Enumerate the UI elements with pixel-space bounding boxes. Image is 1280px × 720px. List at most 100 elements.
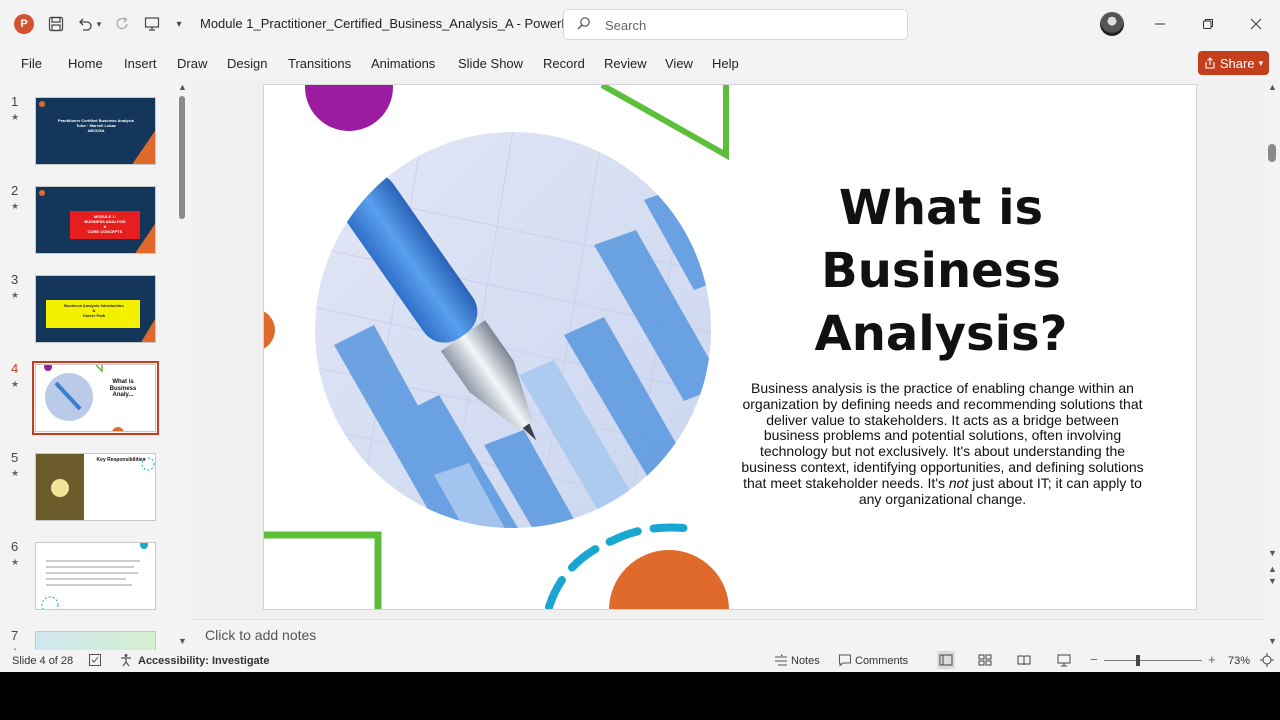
- spelling-check-icon[interactable]: [88, 653, 102, 670]
- slide-title[interactable]: What is Business Analysis?: [784, 177, 1098, 366]
- animation-star-icon: ★: [11, 290, 20, 300]
- slide-thumbnail-6[interactable]: [35, 542, 156, 610]
- slide-number: 7: [11, 628, 19, 643]
- slide-sorter-icon[interactable]: [978, 653, 992, 670]
- zoom-slider-thumb[interactable]: [1136, 655, 1140, 666]
- close-icon[interactable]: [1244, 12, 1268, 36]
- tab-design[interactable]: Design: [227, 56, 267, 71]
- search-placeholder: Search: [605, 18, 647, 33]
- orange-circle: [609, 550, 729, 609]
- present-icon[interactable]: [140, 12, 164, 36]
- powerpoint-window: P ▾ ▾ Module 1_Practitioner_Certified_Bu…: [0, 0, 1280, 672]
- orange-semicircle: [264, 311, 275, 349]
- search-icon: [576, 16, 591, 35]
- tab-insert[interactable]: Insert: [124, 56, 157, 71]
- animation-star-icon: ★: [11, 468, 20, 478]
- slide-scrollbar[interactable]: ▲ ▼ ▲ ▼ ▼: [1265, 80, 1280, 650]
- share-button[interactable]: Share ▾: [1198, 51, 1269, 75]
- share-label: Share: [1219, 55, 1255, 71]
- scroll-thumb[interactable]: [179, 96, 185, 219]
- minimize-icon[interactable]: [1148, 12, 1172, 36]
- zoom-level[interactable]: 73%: [1228, 655, 1250, 667]
- tab-transitions[interactable]: Transitions: [288, 56, 351, 71]
- thumbnail-title: Key Responsibilities: [96, 457, 146, 463]
- slide-number: 1: [11, 94, 19, 109]
- tab-view[interactable]: View: [665, 56, 693, 71]
- restore-icon[interactable]: [1196, 12, 1220, 36]
- thumbnail-decoration: [41, 543, 148, 609]
- scroll-thumb[interactable]: [1268, 144, 1276, 162]
- comments-button-label[interactable]: Comments: [855, 655, 908, 667]
- redo-icon[interactable]: [111, 12, 135, 36]
- slide-thumbnail-5[interactable]: Key Responsibilities: [35, 453, 156, 521]
- pen-photo: [315, 132, 711, 528]
- tab-slide-show[interactable]: Slide Show: [458, 56, 523, 71]
- zoom-out-icon[interactable]: −: [1090, 652, 1098, 667]
- accessibility-status[interactable]: Accessibility: Investigate: [138, 655, 269, 667]
- slide-thumbnail-4[interactable]: What is Business Analy...: [32, 361, 159, 435]
- slide-show-icon[interactable]: [1057, 653, 1071, 670]
- slide-body-text[interactable]: Business analysis is the practice of ena…: [739, 380, 1146, 507]
- zoom-slider[interactable]: [1104, 660, 1202, 661]
- notes-icon[interactable]: [774, 653, 788, 670]
- thumbnail-decoration: [44, 365, 124, 431]
- customize-toolbar-icon[interactable]: ▾: [170, 12, 188, 36]
- notes-pane[interactable]: Click to add notes: [193, 619, 1265, 649]
- thumbnail-title: Business Analysis Introduction & Career …: [64, 303, 124, 318]
- slide-thumbnail-3[interactable]: Business Analysis Introduction & Career …: [35, 275, 156, 343]
- notes-placeholder[interactable]: Click to add notes: [205, 627, 316, 643]
- slide-thumbnail-7[interactable]: [35, 631, 156, 650]
- search-input[interactable]: Search: [563, 9, 908, 40]
- zoom-in-icon[interactable]: +: [1208, 652, 1216, 667]
- screen-bottom-bar: [0, 672, 1280, 720]
- normal-view-icon[interactable]: [937, 651, 955, 669]
- accessibility-icon[interactable]: [119, 653, 133, 670]
- powerpoint-logo-icon: P: [14, 14, 34, 34]
- tab-review[interactable]: Review: [604, 56, 647, 71]
- previous-slide-icon[interactable]: ▲: [1268, 564, 1277, 574]
- animation-star-icon: ★: [11, 201, 20, 211]
- animation-star-icon: ★: [11, 557, 20, 567]
- user-avatar[interactable]: [1100, 12, 1124, 36]
- slide-number: 4: [11, 361, 19, 376]
- tab-record[interactable]: Record: [543, 56, 585, 71]
- undo-dropdown-icon[interactable]: ▾: [93, 12, 105, 36]
- reading-view-icon[interactable]: [1017, 653, 1031, 670]
- animation-star-icon: ★: [11, 112, 20, 122]
- tab-file[interactable]: File: [21, 56, 42, 71]
- slide-number: 5: [11, 450, 19, 465]
- fit-to-window-icon[interactable]: [1260, 653, 1274, 670]
- slide-number: 3: [11, 272, 19, 287]
- scroll-down-icon[interactable]: ▼: [1268, 636, 1277, 646]
- thumbnail-title: MODULE 1: BUSINESS ANALYSIS & CORE CONCE…: [84, 214, 126, 234]
- animation-star-icon: ★: [11, 379, 20, 389]
- tab-help[interactable]: Help: [712, 56, 739, 71]
- tab-home[interactable]: Home: [68, 56, 103, 71]
- save-icon[interactable]: [44, 12, 68, 36]
- scroll-up-icon[interactable]: ▲: [178, 82, 187, 92]
- ribbon-tabs: File Home Insert Draw Design Transitions…: [0, 48, 1280, 80]
- comments-icon[interactable]: [838, 653, 852, 670]
- green-triangle: [600, 85, 729, 161]
- next-slide-icon[interactable]: ▼: [1268, 576, 1277, 586]
- status-bar: Slide 4 of 28 Accessibility: Investigate…: [0, 650, 1280, 672]
- scroll-down-icon[interactable]: ▼: [1268, 548, 1277, 558]
- notes-button-label[interactable]: Notes: [791, 655, 820, 667]
- title-bar: P ▾ ▾ Module 1_Practitioner_Certified_Bu…: [0, 0, 1280, 48]
- slide-number: 6: [11, 539, 19, 554]
- tab-animations[interactable]: Animations: [371, 56, 435, 71]
- slide-thumbnail-2[interactable]: MODULE 1: BUSINESS ANALYSIS & CORE CONCE…: [35, 186, 156, 254]
- scroll-up-icon[interactable]: ▲: [1268, 82, 1277, 92]
- slide-thumbnail-1[interactable]: Practitioner Certified Business Analysis…: [35, 97, 156, 165]
- thumbnail-scrollbar[interactable]: ▲ ▼: [176, 82, 190, 648]
- scroll-down-icon[interactable]: ▼: [178, 636, 187, 646]
- slide-canvas[interactable]: What is Business Analysis? Business anal…: [263, 84, 1197, 610]
- thumbnail-title: Practitioner Certified Business Analysis…: [58, 118, 134, 133]
- slide-thumbnail-pane: 1 ★ Practitioner Certified Business Anal…: [0, 80, 192, 650]
- document-title: Module 1_Practitioner_Certified_Business…: [200, 16, 580, 31]
- tab-draw[interactable]: Draw: [177, 56, 207, 71]
- purple-circle: [305, 85, 393, 131]
- thumbnail-title: What is Business Analy...: [109, 379, 137, 398]
- chevron-down-icon: ▾: [1258, 57, 1264, 68]
- green-corner: [264, 531, 382, 609]
